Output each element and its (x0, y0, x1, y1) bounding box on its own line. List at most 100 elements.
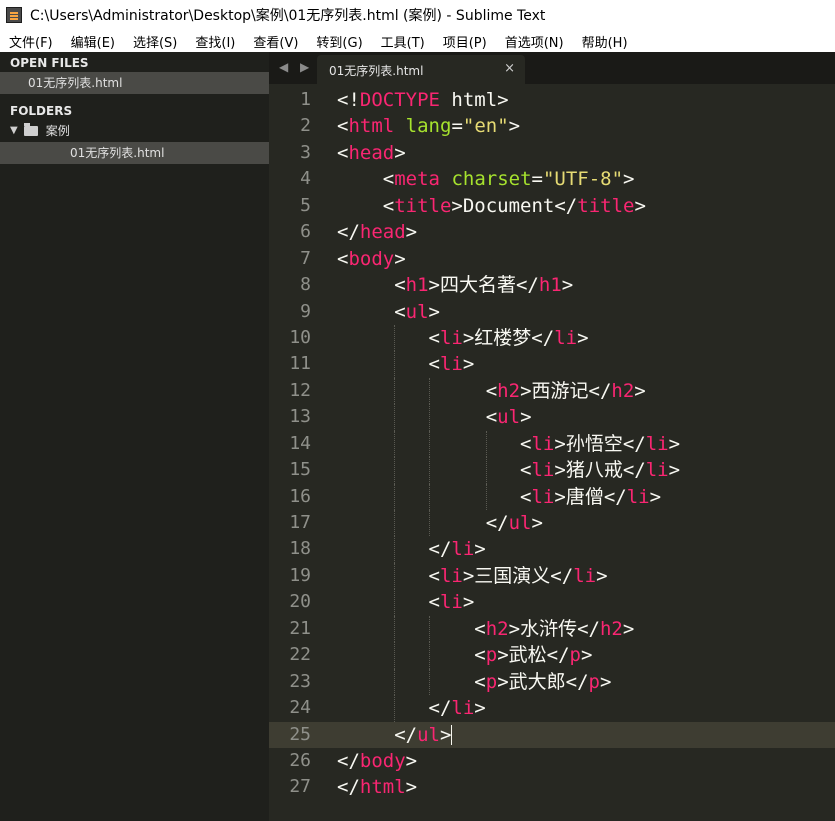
code-token: >猪八戒</ (554, 459, 646, 482)
code-line[interactable]: 18 </li> (269, 536, 835, 563)
code-token: body (348, 247, 395, 270)
code-text: <h2>西游记</h2> (337, 377, 646, 405)
menu-item-0[interactable]: 文件(F) (0, 32, 62, 51)
code-line[interactable]: 2 <html lang="en"> (269, 113, 835, 139)
code-token: < (485, 406, 498, 429)
code-line[interactable]: 9 <ul> (269, 299, 835, 325)
code-line[interactable]: 26 </body> (269, 748, 835, 774)
menu-item-5[interactable]: 转到(G) (307, 32, 371, 51)
code-token: li (531, 459, 555, 482)
code-line[interactable]: 5 <title>Document</title> (269, 193, 835, 219)
code-line[interactable]: 6 </head> (269, 219, 835, 245)
indent-guide (428, 457, 431, 484)
tab-nav-arrows-icon[interactable]: ◀ ▶ (279, 60, 313, 74)
code-line[interactable]: 20 <li> (269, 589, 835, 616)
code-token: < (394, 274, 406, 297)
code-token: <! (337, 89, 360, 111)
line-number: 26 (289, 749, 311, 771)
menu-item-6[interactable]: 工具(T) (372, 32, 434, 51)
expand-triangle-icon[interactable]: ▼ (10, 120, 18, 142)
code-line[interactable]: 24 </li> (269, 695, 835, 722)
code-line[interactable]: 3 <head> (269, 140, 835, 166)
indent-guide (394, 457, 396, 484)
menu-item-7[interactable]: 项目(P) (434, 32, 496, 51)
code-text: <li> (337, 351, 474, 378)
code-area[interactable]: 1 <!DOCTYPE html> 2 <html lang="en"> 3 <head>… (269, 87, 835, 801)
menu-item-9[interactable]: 帮助(H) (573, 32, 637, 51)
indent-guide (428, 642, 431, 669)
indent-guide (428, 668, 431, 696)
code-line[interactable]: 4 <meta charset="UTF-8"> (269, 166, 835, 192)
tab-bar: ◀ ▶ 01无序列表.html × (269, 52, 835, 84)
code-token: > (668, 459, 681, 482)
code-token: lang (405, 115, 452, 138)
editor-pane[interactable]: ◀ ▶ 01无序列表.html × 1 <!DOCTYPE html> 2 <html… (269, 52, 835, 821)
code-token: < (337, 115, 349, 138)
code-token: </ (485, 512, 509, 534)
code-token: >水浒传</ (508, 617, 600, 640)
code-token: h2 (485, 617, 509, 640)
code-token: </ (394, 723, 418, 746)
code-line[interactable]: 14 <li>孙悟空</li> (269, 430, 835, 458)
open-file-item[interactable]: 01无序列表.html (0, 72, 269, 94)
menu-item-3[interactable]: 查找(I) (186, 32, 244, 51)
code-line[interactable]: 23 <p>武大郎</p> (269, 668, 835, 696)
code-token: charset (451, 168, 532, 191)
line-number: 10 (289, 326, 311, 348)
code-token: ul (405, 300, 429, 323)
code-line[interactable]: 15 <li>猪八戒</li> (269, 457, 835, 484)
code-token: > (561, 274, 574, 297)
line-number: 27 (289, 776, 311, 798)
code-token: > (668, 432, 681, 455)
code-token: </ (337, 221, 360, 244)
code-text: <li>孙悟空</li> (337, 430, 681, 458)
indent-guide (485, 457, 488, 484)
code-token: > (623, 168, 635, 191)
tab-file[interactable]: 01无序列表.html × (317, 55, 525, 84)
close-icon[interactable]: × (504, 61, 515, 76)
code-line[interactable]: 11 <li> (269, 351, 835, 378)
code-line[interactable]: 27 </html> (269, 774, 835, 800)
code-token: li (531, 432, 555, 455)
code-line[interactable]: 21 <h2>水浒传</h2> (269, 615, 835, 643)
folder-icon (23, 123, 38, 136)
code-token: >三国演义</ (462, 564, 574, 587)
code-line[interactable]: 1 <!DOCTYPE html> (269, 87, 835, 113)
code-line[interactable]: 12 <h2>西游记</h2> (269, 377, 835, 405)
code-text: <!DOCTYPE html> (337, 87, 509, 113)
code-token: p (485, 670, 498, 693)
indent-guide (394, 615, 396, 643)
indent-guide (428, 483, 431, 510)
code-line[interactable]: 16 <li>唐僧</li> (269, 483, 835, 510)
code-line[interactable]: 8 <h1>四大名著</h1> (269, 272, 835, 298)
code-text: <li> (337, 589, 474, 616)
code-line[interactable]: 22 <p>武松</p> (269, 642, 835, 669)
code-line[interactable]: 7 <body> (269, 246, 835, 272)
indent-guide (394, 377, 396, 405)
code-line[interactable]: 13 <ul> (269, 404, 835, 431)
code-token: > (520, 406, 532, 429)
folder-item[interactable]: ▼ 案例 (0, 120, 269, 142)
code-line[interactable]: 17 </ul> (269, 510, 835, 537)
menu-item-2[interactable]: 选择(S) (124, 32, 186, 51)
line-number: 9 (300, 300, 311, 322)
menu-item-4[interactable]: 查看(V) (244, 32, 307, 51)
indent-guide (394, 668, 396, 696)
folder-file-item[interactable]: 01无序列表.html (0, 142, 269, 164)
code-token: li (451, 697, 475, 720)
menu-item-8[interactable]: 首选项(N) (496, 32, 573, 51)
line-number: 1 (300, 89, 311, 110)
code-line[interactable]: 10 <li>红楼梦</li> (269, 324, 835, 352)
code-token: < (520, 432, 532, 455)
code-line[interactable]: 25 </ul> (269, 721, 835, 748)
code-token: ul (497, 406, 521, 429)
code-text: <ul> (337, 404, 532, 431)
code-line[interactable]: 19 <li>三国演义</li> (269, 562, 835, 590)
menu-item-1[interactable]: 编辑(E) (62, 32, 124, 51)
